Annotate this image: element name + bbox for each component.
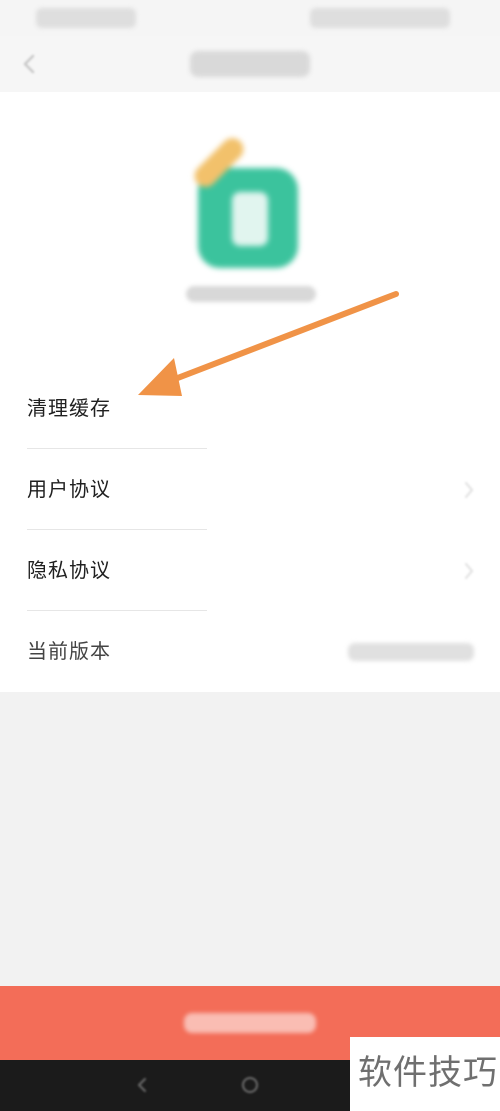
app-logo <box>190 133 298 268</box>
list-item-label: 当前版本 <box>27 639 111 663</box>
list-item-user-agreement[interactable]: 用户协议 <box>0 449 500 530</box>
watermark-text: 软件技巧 <box>358 1053 498 1093</box>
version-value <box>348 643 474 661</box>
watermark: 软件技巧 <box>350 1037 500 1111</box>
app-logo-glyph <box>232 192 268 246</box>
chevron-right-icon <box>460 478 478 502</box>
chevron-right-icon-svg <box>465 563 473 579</box>
list-item-label: 用户协议 <box>27 477 111 501</box>
list-item-clear-cache[interactable]: 清理缓存 <box>0 368 500 449</box>
settings-list: 清理缓存 用户协议 隐私协议 当前版本 <box>0 368 500 692</box>
back-icon[interactable] <box>18 52 42 76</box>
list-item-label: 隐私协议 <box>27 558 111 582</box>
back-icon-svg <box>138 1078 146 1092</box>
back-icon-svg <box>23 54 35 74</box>
list-item-privacy-agreement[interactable]: 隐私协议 <box>0 530 500 611</box>
list-item-current-version: 当前版本 <box>0 611 500 692</box>
chevron-right-icon-svg <box>465 482 473 498</box>
logout-label <box>184 1013 316 1033</box>
page-title <box>190 51 310 77</box>
home-icon-svg <box>242 1077 258 1093</box>
status-bar-right <box>310 8 450 28</box>
chevron-right-icon <box>460 559 478 583</box>
nav-bar <box>0 36 500 92</box>
status-bar <box>0 0 500 36</box>
back-icon[interactable] <box>132 1075 152 1095</box>
app-name <box>186 286 316 302</box>
list-item-label: 清理缓存 <box>27 396 111 420</box>
home-icon[interactable] <box>240 1075 260 1095</box>
status-bar-left <box>36 8 136 28</box>
